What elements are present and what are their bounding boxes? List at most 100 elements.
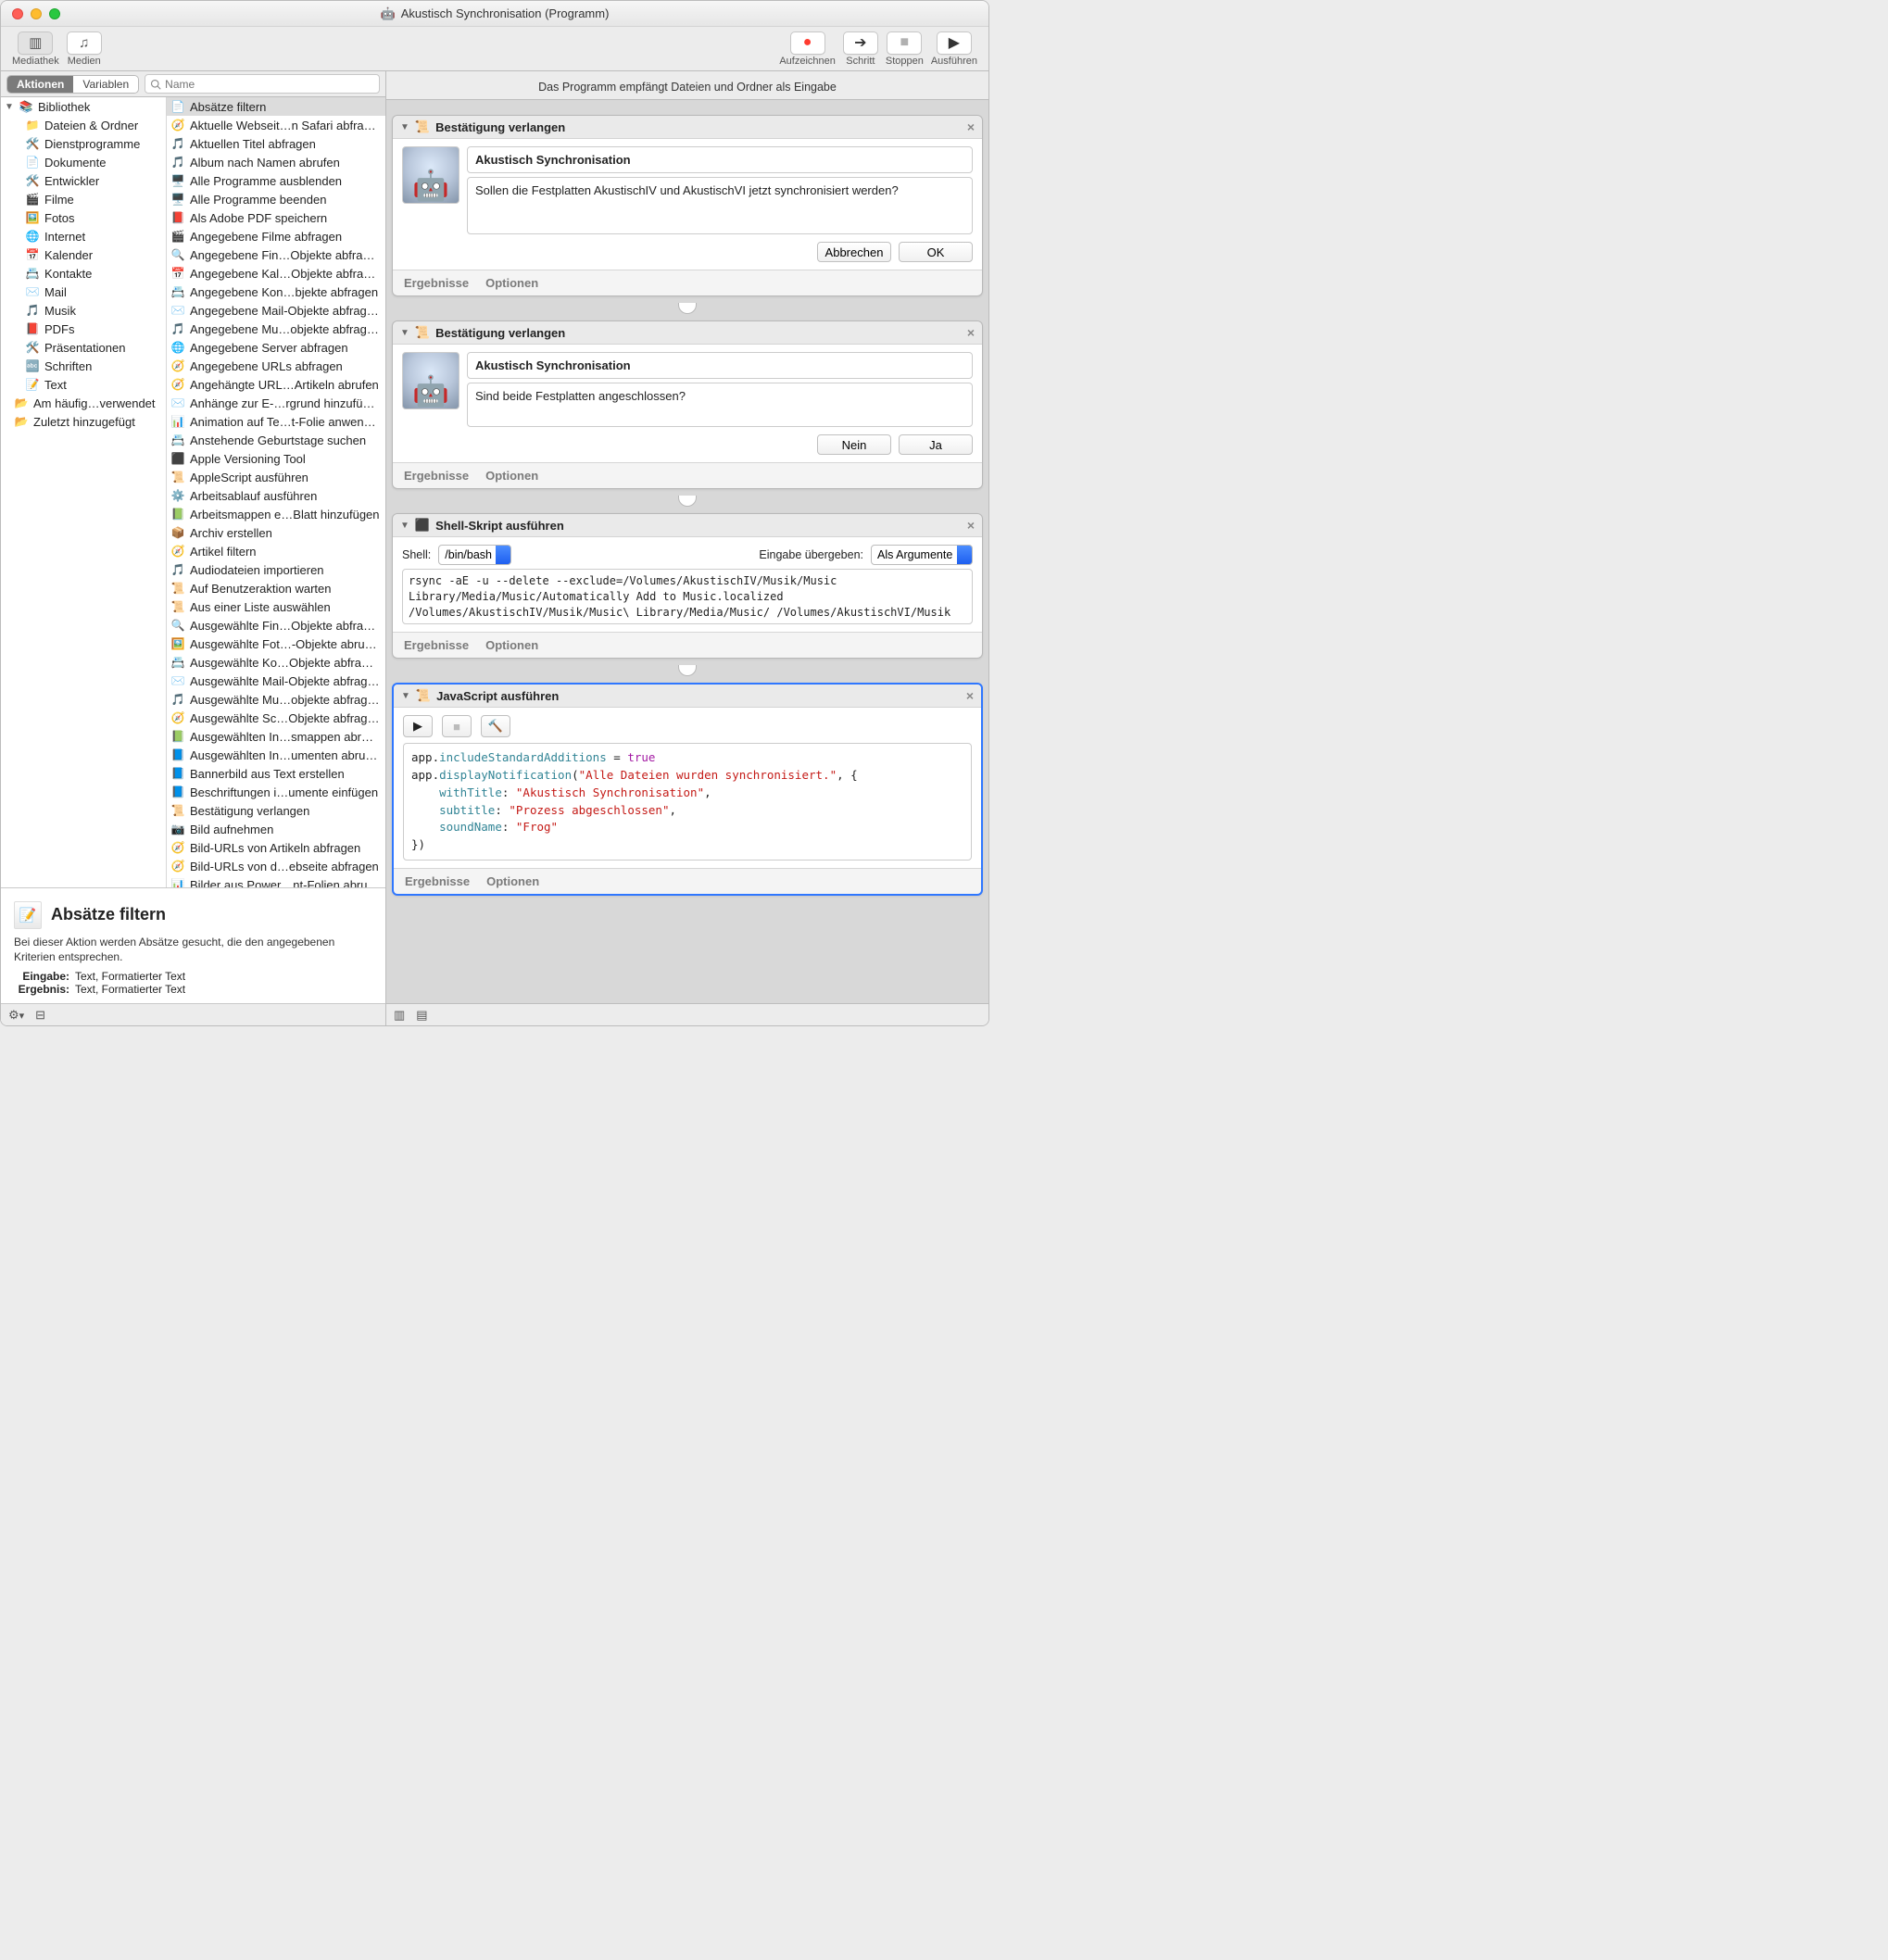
action-list-item[interactable]: 📗Ausgewählten In…smappen abrufen <box>167 727 385 746</box>
library-category-item[interactable]: 🎬Filme <box>1 190 166 208</box>
library-category-list[interactable]: ▼ 📚 Bibliothek 📁Dateien & Ordner🛠️Dienst… <box>1 97 167 887</box>
library-category-item[interactable]: 📝Text <box>1 375 166 394</box>
library-root-row[interactable]: ▼ 📚 Bibliothek <box>1 97 166 116</box>
library-category-item[interactable]: 🖼️Fotos <box>1 208 166 227</box>
action-list-item[interactable]: 📜Auf Benutzeraktion warten <box>167 579 385 597</box>
action-list-item[interactable]: 📄Absätze filtern <box>167 97 385 116</box>
workflow-log-toggle[interactable]: ▥ <box>394 1008 405 1023</box>
action-list-item[interactable]: 📅Angegebene Kal…Objekte abfragen <box>167 264 385 283</box>
search-input[interactable] <box>165 78 374 91</box>
action-list-item[interactable]: 📘Ausgewählten In…umenten abrufen <box>167 746 385 764</box>
library-smart-folder[interactable]: 📂Zuletzt hinzugefügt <box>1 412 166 431</box>
actions-list[interactable]: 📄Absätze filtern🧭Aktuelle Webseit…n Safa… <box>167 97 385 887</box>
confirm-cancel-button[interactable]: Nein <box>817 434 891 455</box>
media-toggle-button[interactable]: ♫ <box>67 31 102 55</box>
action-list-item[interactable]: 📜AppleScript ausführen <box>167 468 385 486</box>
library-category-item[interactable]: 🎵Musik <box>1 301 166 320</box>
action-list-item[interactable]: ⬛Apple Versioning Tool <box>167 449 385 468</box>
library-tab-segment[interactable]: Aktionen Variablen <box>6 75 139 94</box>
action-list-item[interactable]: 🖥️Alle Programme ausblenden <box>167 171 385 190</box>
results-tab[interactable]: Ergebnisse <box>405 874 470 888</box>
action-list-item[interactable]: 📘Beschriftungen i…umente einfügen <box>167 783 385 801</box>
action-list-item[interactable]: 🧭Angehängte URL…Artikeln abrufen <box>167 375 385 394</box>
action-list-item[interactable]: 📜Aus einer Liste auswählen <box>167 597 385 616</box>
action-list-item[interactable]: 🖼️Ausgewählte Fot…-Objekte abrufen <box>167 634 385 653</box>
options-tab[interactable]: Optionen <box>485 469 538 483</box>
action-remove-button[interactable]: × <box>967 518 975 533</box>
action-list-item[interactable]: 📘Bannerbild aus Text erstellen <box>167 764 385 783</box>
search-field[interactable] <box>145 74 380 94</box>
action-list-item[interactable]: 📊Animation auf Te…t-Folie anwenden <box>167 412 385 431</box>
action-run-javascript[interactable]: ▼ 📜 JavaScript ausführen × ▶ ■ 🔨 app.inc… <box>392 683 983 896</box>
tab-actions[interactable]: Aktionen <box>7 76 73 93</box>
action-list-item[interactable]: 📇Anstehende Geburtstage suchen <box>167 431 385 449</box>
options-tab[interactable]: Optionen <box>485 638 538 652</box>
action-list-item[interactable]: 📇Ausgewählte Ko…Objekte abfragen <box>167 653 385 672</box>
action-list-item[interactable]: 📊Bilder aus Power…nt-Folien abrufen <box>167 875 385 887</box>
action-list-item[interactable]: 🖥️Alle Programme beenden <box>167 190 385 208</box>
action-list-item[interactable]: 🎵Aktuellen Titel abfragen <box>167 134 385 153</box>
pass-input-picker[interactable]: Als Argumente <box>871 545 973 565</box>
confirm-cancel-button[interactable]: Abbrechen <box>817 242 891 262</box>
action-list-item[interactable]: 🧭Angegebene URLs abfragen <box>167 357 385 375</box>
js-stop-button[interactable]: ■ <box>442 715 472 737</box>
library-category-item[interactable]: 🛠️Dienstprogramme <box>1 134 166 153</box>
js-run-button[interactable]: ▶ <box>403 715 433 737</box>
options-tab[interactable]: Optionen <box>485 276 538 290</box>
gear-menu-button[interactable]: ⚙︎▾ <box>8 1008 24 1023</box>
library-smart-folder[interactable]: 📂Am häufig…verwendet <box>1 394 166 412</box>
action-list-item[interactable]: 🎵Angegebene Mu…objekte abfragen <box>167 320 385 338</box>
action-ask-for-confirmation-1[interactable]: ▼ 📜 Bestätigung verlangen × 🤖 Akustisch … <box>392 115 983 296</box>
action-list-item[interactable]: 🧭Ausgewählte Sc…Objekte abfragen <box>167 709 385 727</box>
window-zoom-button[interactable] <box>49 8 60 19</box>
action-remove-button[interactable]: × <box>967 325 975 340</box>
disclosure-icon[interactable]: ▼ <box>400 328 409 338</box>
shell-script-textarea[interactable]: rsync -aE -u --delete --exclude=/Volumes… <box>402 569 973 624</box>
action-list-item[interactable]: ✉️Angegebene Mail-Objekte abfragen <box>167 301 385 320</box>
library-category-item[interactable]: 🛠️Entwickler <box>1 171 166 190</box>
library-category-item[interactable]: 📁Dateien & Ordner <box>1 116 166 134</box>
action-list-item[interactable]: 📗Arbeitsmappen e…Blatt hinzufügen <box>167 505 385 523</box>
action-list-item[interactable]: ✉️Ausgewählte Mail-Objekte abfragen <box>167 672 385 690</box>
step-button[interactable]: ➔ <box>843 31 878 55</box>
action-list-item[interactable]: 🧭Bild-URLs von Artikeln abfragen <box>167 838 385 857</box>
library-category-item[interactable]: 🌐Internet <box>1 227 166 245</box>
action-list-item[interactable]: ⚙️Arbeitsablauf ausführen <box>167 486 385 505</box>
library-category-item[interactable]: 📇Kontakte <box>1 264 166 283</box>
library-category-item[interactable]: ✉️Mail <box>1 283 166 301</box>
action-list-item[interactable]: 🔍Ausgewählte Fin…Objekte abfragen <box>167 616 385 634</box>
options-tab[interactable]: Optionen <box>486 874 539 888</box>
library-toggle-button[interactable]: ▥ <box>18 31 53 55</box>
action-ask-for-confirmation-2[interactable]: ▼ 📜 Bestätigung verlangen × 🤖 Akustisch … <box>392 320 983 489</box>
confirm-title-field[interactable]: Akustisch Synchronisation <box>467 352 973 379</box>
library-category-item[interactable]: 🔤Schriften <box>1 357 166 375</box>
action-list-item[interactable]: 🎬Angegebene Filme abfragen <box>167 227 385 245</box>
record-button[interactable]: ● <box>790 31 825 55</box>
library-category-item[interactable]: 📅Kalender <box>1 245 166 264</box>
action-list-item[interactable]: 📷Bild aufnehmen <box>167 820 385 838</box>
action-list-item[interactable]: 🎵Ausgewählte Mu…objekte abfragen <box>167 690 385 709</box>
layout-toggle-button[interactable]: ⊟ <box>35 1008 45 1023</box>
action-list-item[interactable]: 📇Angegebene Kon…bjekte abfragen <box>167 283 385 301</box>
action-list-item[interactable]: 🧭Bild-URLs von d…ebseite abfragen <box>167 857 385 875</box>
disclosure-icon[interactable]: ▼ <box>400 122 409 132</box>
tab-variables[interactable]: Variablen <box>73 76 138 93</box>
action-remove-button[interactable]: × <box>966 688 974 703</box>
action-list-item[interactable]: 📜Bestätigung verlangen <box>167 801 385 820</box>
library-category-item[interactable]: 📄Dokumente <box>1 153 166 171</box>
library-category-item[interactable]: 📕PDFs <box>1 320 166 338</box>
action-list-item[interactable]: 🧭Aktuelle Webseit…n Safari abfragen <box>167 116 385 134</box>
action-list-item[interactable]: 🔍Angegebene Fin…Objekte abfragen <box>167 245 385 264</box>
confirm-message-field[interactable]: Sollen die Festplatten AkustischIV und A… <box>467 177 973 234</box>
library-category-item[interactable]: 🛠️Präsentationen <box>1 338 166 357</box>
results-tab[interactable]: Ergebnisse <box>404 276 469 290</box>
results-tab[interactable]: Ergebnisse <box>404 469 469 483</box>
action-list-item[interactable]: 📕Als Adobe PDF speichern <box>167 208 385 227</box>
confirm-ok-button[interactable]: Ja <box>899 434 973 455</box>
action-list-item[interactable]: ✉️Anhänge zur E-…rgrund hinzufügen <box>167 394 385 412</box>
stop-button[interactable]: ■ <box>887 31 922 55</box>
js-build-button[interactable]: 🔨 <box>481 715 510 737</box>
action-run-shell-script[interactable]: ▼ ⬛ Shell-Skript ausführen × Shell: /bin… <box>392 513 983 659</box>
workflow-scroll[interactable]: ▼ 📜 Bestätigung verlangen × 🤖 Akustisch … <box>386 100 988 1003</box>
window-minimize-button[interactable] <box>31 8 42 19</box>
